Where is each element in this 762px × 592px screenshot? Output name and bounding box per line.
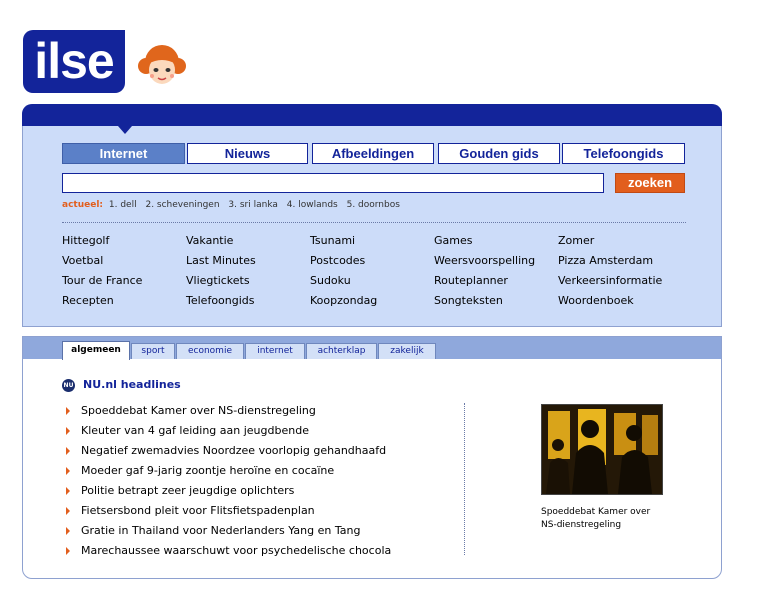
- headline-link[interactable]: Politie betrapt zeer jeugdige oplichters: [81, 484, 294, 497]
- headline-link[interactable]: Gratie in Thailand voor Nederlanders Yan…: [81, 524, 360, 537]
- mascot-girl-icon: [138, 45, 186, 84]
- quick-link[interactable]: Vakantie: [186, 234, 233, 247]
- photo-caption-link[interactable]: Spoeddebat Kamer over NS-dienstregeling: [541, 506, 661, 532]
- arrow-bullet-icon: [66, 407, 70, 415]
- headline-link[interactable]: Negatief zwemadvies Noordzee voorlopig g…: [81, 444, 386, 457]
- quick-link[interactable]: Koopzondag: [310, 294, 377, 307]
- tab-afbeeldingen[interactable]: Afbeeldingen: [312, 143, 434, 164]
- news-tab-algemeen[interactable]: algemeen: [62, 341, 130, 360]
- headline-link[interactable]: Fietsersbond pleit voor Flitsfietspadenp…: [81, 504, 315, 517]
- arrow-bullet-icon: [66, 467, 70, 475]
- tab-telefoongids[interactable]: Telefoongids: [562, 143, 685, 164]
- trending-item[interactable]: 4. lowlands: [287, 200, 338, 210]
- news-tab-economie[interactable]: economie: [176, 343, 244, 359]
- search-input[interactable]: [62, 173, 604, 193]
- quick-link[interactable]: Last Minutes: [186, 254, 256, 267]
- news-tab-zakelijk[interactable]: zakelijk: [378, 343, 436, 359]
- quick-link[interactable]: Telefoongids: [186, 294, 255, 307]
- quick-link[interactable]: Hittegolf: [62, 234, 109, 247]
- arrow-bullet-icon: [66, 447, 70, 455]
- trending-label: actueel:: [62, 200, 104, 210]
- column-divider: [464, 403, 465, 555]
- quick-link[interactable]: Sudoku: [310, 274, 351, 287]
- news-tab-sport[interactable]: sport: [131, 343, 175, 359]
- headline-link[interactable]: Marechaussee waarschuwt voor psychedelis…: [81, 544, 391, 557]
- arrow-bullet-icon: [66, 427, 70, 435]
- news-tab-internet[interactable]: internet: [245, 343, 305, 359]
- quick-link[interactable]: Tour de France: [62, 274, 142, 287]
- quick-link[interactable]: Recepten: [62, 294, 114, 307]
- news-tabbar: algemeen sport economie internet achterk…: [23, 337, 721, 360]
- quick-link[interactable]: Routeplanner: [434, 274, 508, 287]
- quick-link[interactable]: Games: [434, 234, 472, 247]
- arrow-bullet-icon: [66, 527, 70, 535]
- headline-link[interactable]: Moeder gaf 9-jarig zoontje heroïne en co…: [81, 464, 334, 477]
- nu-logo-icon: NU: [62, 379, 75, 392]
- ilse-logo[interactable]: ilse: [23, 30, 125, 93]
- arrow-bullet-icon: [66, 487, 70, 495]
- quick-link[interactable]: Voetbal: [62, 254, 103, 267]
- trending-searches: actueel: 1. dell 2. scheveningen 3. sri …: [62, 200, 406, 210]
- trending-item[interactable]: 5. doornbos: [347, 200, 400, 210]
- quick-link[interactable]: Pizza Amsterdam: [558, 254, 653, 267]
- tab-internet[interactable]: Internet: [62, 143, 185, 164]
- quick-link[interactable]: Postcodes: [310, 254, 365, 267]
- news-panel: algemeen sport economie internet achterk…: [22, 336, 722, 579]
- tab-nieuws[interactable]: Nieuws: [187, 143, 308, 164]
- trending-item[interactable]: 3. sri lanka: [228, 200, 278, 210]
- quick-link[interactable]: Weersvoorspelling: [434, 254, 535, 267]
- search-button[interactable]: zoeken: [615, 173, 685, 193]
- arrow-bullet-icon: [66, 547, 70, 555]
- quick-link[interactable]: Vliegtickets: [186, 274, 250, 287]
- active-tab-pointer: [118, 126, 132, 134]
- panel-header-bar: [22, 104, 722, 126]
- quick-link[interactable]: Verkeersinformatie: [558, 274, 662, 287]
- news-tab-achterklap[interactable]: achterklap: [306, 343, 377, 359]
- quick-link[interactable]: Songteksten: [434, 294, 503, 307]
- trending-item[interactable]: 1. dell: [109, 200, 137, 210]
- trending-item[interactable]: 2. scheveningen: [145, 200, 219, 210]
- divider: [62, 222, 686, 223]
- headline-link[interactable]: Spoeddebat Kamer over NS-dienstregeling: [81, 404, 316, 417]
- news-source-title[interactable]: NU.nl headlines: [83, 378, 181, 391]
- search-panel: Internet Nieuws Afbeeldingen Gouden gids…: [22, 104, 722, 327]
- headline-link[interactable]: Kleuter van 4 gaf leiding aan jeugdbende: [81, 424, 309, 437]
- quick-link[interactable]: Woordenboek: [558, 294, 634, 307]
- arrow-bullet-icon: [66, 507, 70, 515]
- quick-link[interactable]: Zomer: [558, 234, 594, 247]
- quick-link[interactable]: Tsunami: [310, 234, 355, 247]
- news-photo[interactable]: [541, 404, 663, 495]
- tab-gouden-gids[interactable]: Gouden gids: [438, 143, 560, 164]
